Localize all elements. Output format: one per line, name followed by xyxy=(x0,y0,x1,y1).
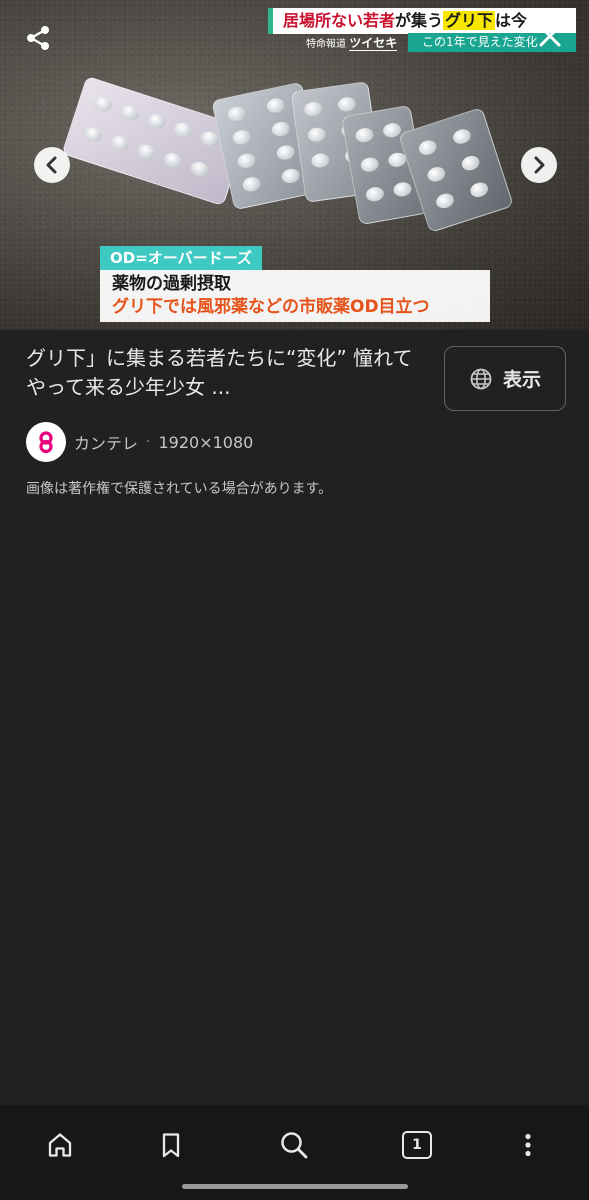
caption-tag: OD=オーバードーズ xyxy=(100,246,262,270)
next-image-button[interactable] xyxy=(521,147,557,183)
bookmark-icon xyxy=(162,1133,180,1158)
tabs-button[interactable]: 1 xyxy=(397,1125,437,1165)
telop-program-prefix: 特命報道 xyxy=(306,39,346,50)
globe-icon xyxy=(470,368,492,389)
previous-image-button[interactable] xyxy=(34,147,70,183)
telop-program-name: ツイセキ xyxy=(349,36,398,51)
image-dimensions: 1920×1080 xyxy=(158,432,254,452)
home-icon xyxy=(48,1133,72,1157)
copyright-notice: 画像は著作権で保護されている場合があります。 xyxy=(26,481,333,497)
chevron-right-icon xyxy=(534,156,545,174)
gesture-bar[interactable] xyxy=(182,1184,408,1189)
visit-button[interactable]: 表示 xyxy=(444,346,566,411)
source-row[interactable]: カンテレ · 1920×1080 xyxy=(26,422,253,462)
caption-line-1: 薬物の過剰摂取 xyxy=(112,274,231,294)
search-button[interactable] xyxy=(274,1125,314,1165)
telop-headline-highlight: グリ下 xyxy=(443,11,496,30)
close-icon[interactable] xyxy=(534,20,566,52)
tab-count-badge: 1 xyxy=(402,1131,432,1159)
telop-headline-part: が集う xyxy=(395,11,444,30)
caption-line-2: グリ下では風邪薬などの市販薬OD目立つ xyxy=(112,297,430,317)
bookmarks-button[interactable] xyxy=(151,1125,191,1165)
telop-headline: 居場所ない若者が集う グリ下 は今 xyxy=(268,8,576,34)
more-vert-icon xyxy=(525,1133,531,1157)
search-icon xyxy=(281,1132,308,1159)
source-separator: · xyxy=(146,434,151,450)
image-title-link[interactable]: グリ下」に集まる若者たちに“変化” 憧れてやって来る少年少女 ... xyxy=(26,344,428,402)
telop-headline-part: は今 xyxy=(495,11,528,30)
source-name: カンテレ xyxy=(74,434,139,453)
chevron-left-icon xyxy=(46,156,57,174)
share-icon[interactable] xyxy=(22,22,54,54)
more-menu-button[interactable] xyxy=(508,1125,548,1165)
caption-box: 薬物の過剰摂取 グリ下では風邪薬などの市販薬OD目立つ xyxy=(100,270,490,322)
preview-image[interactable]: 居場所ない若者が集う グリ下 は今 特命報道 ツイセキ この1年で見えた変化 OD=… xyxy=(0,0,589,330)
source-favicon-icon xyxy=(26,422,66,462)
telop-program: 特命報道 ツイセキ xyxy=(306,34,398,52)
visit-label: 表示 xyxy=(502,369,541,391)
home-button[interactable] xyxy=(40,1125,80,1165)
telop-headline-part: 居場所ない若者 xyxy=(283,11,396,30)
